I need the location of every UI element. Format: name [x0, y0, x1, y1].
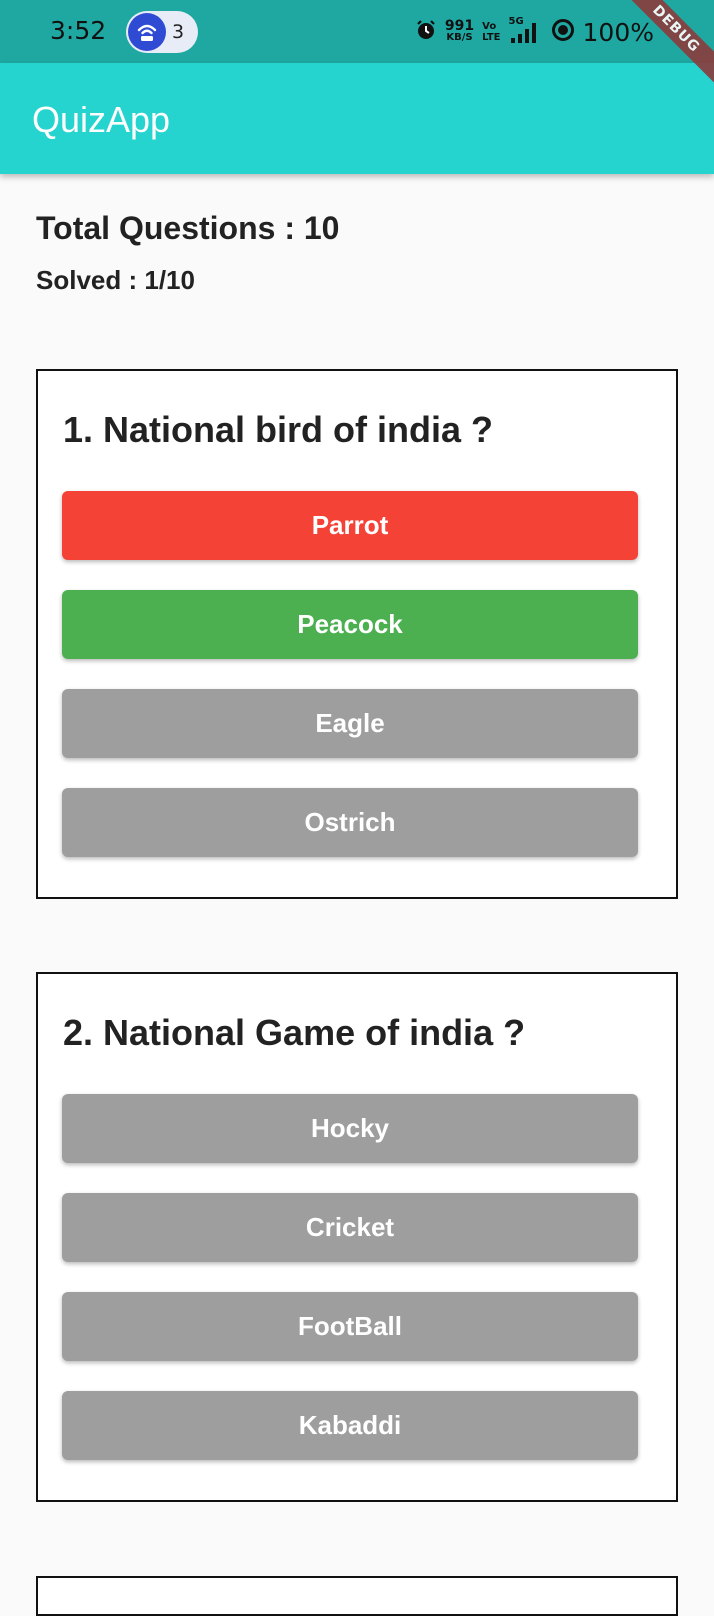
volte-bottom: LTE — [482, 32, 501, 43]
network-speed: 991 KB/S — [444, 18, 475, 44]
question-card — [36, 1576, 678, 1616]
option-button[interactable]: Parrot — [62, 491, 638, 560]
notification-count: 3 — [172, 21, 185, 43]
question-title: 2. National Game of india ? — [63, 1012, 526, 1053]
option-button[interactable]: FootBall — [62, 1292, 638, 1361]
question-title: 1. National bird of india ? — [63, 409, 494, 450]
network-speed-value: 991 — [444, 18, 475, 34]
option-button[interactable]: Eagle — [62, 689, 638, 758]
battery-icon — [551, 18, 575, 47]
alarm-icon — [415, 19, 437, 46]
status-time: 3:52 — [50, 16, 107, 45]
battery-level: 100% — [582, 17, 654, 47]
question-card: 1. National bird of india ? Parrot Peaco… — [36, 369, 678, 899]
option-button[interactable]: Ostrich — [62, 788, 638, 857]
volte-top: Vo — [482, 21, 497, 32]
app-title: QuizApp — [32, 99, 171, 140]
status-icons: 991 KB/S Vo LTE 5G 100% — [415, 14, 654, 50]
status-bar: 3:52 3 991 KB/S Vo LTE 5G 100% — [0, 0, 714, 63]
volte-icon: Vo LTE — [482, 21, 500, 43]
hotspot-icon — [128, 13, 166, 51]
network-speed-unit: KB/S — [446, 32, 473, 43]
question-card: 2. National Game of india ? Hocky Cricke… — [36, 972, 678, 1502]
signal-icon: 5G — [509, 16, 543, 44]
option-button[interactable]: Cricket — [62, 1193, 638, 1262]
network-type: 5G — [508, 16, 524, 27]
total-questions: Total Questions : 10 — [36, 210, 340, 246]
option-button[interactable]: Hocky — [62, 1094, 638, 1163]
option-button[interactable]: Peacock — [62, 590, 638, 659]
solved-count: Solved : 1/10 — [36, 265, 195, 295]
option-button[interactable]: Kabaddi — [62, 1391, 638, 1460]
app-bar: QuizApp — [0, 63, 714, 174]
notification-pill[interactable]: 3 — [126, 11, 198, 53]
